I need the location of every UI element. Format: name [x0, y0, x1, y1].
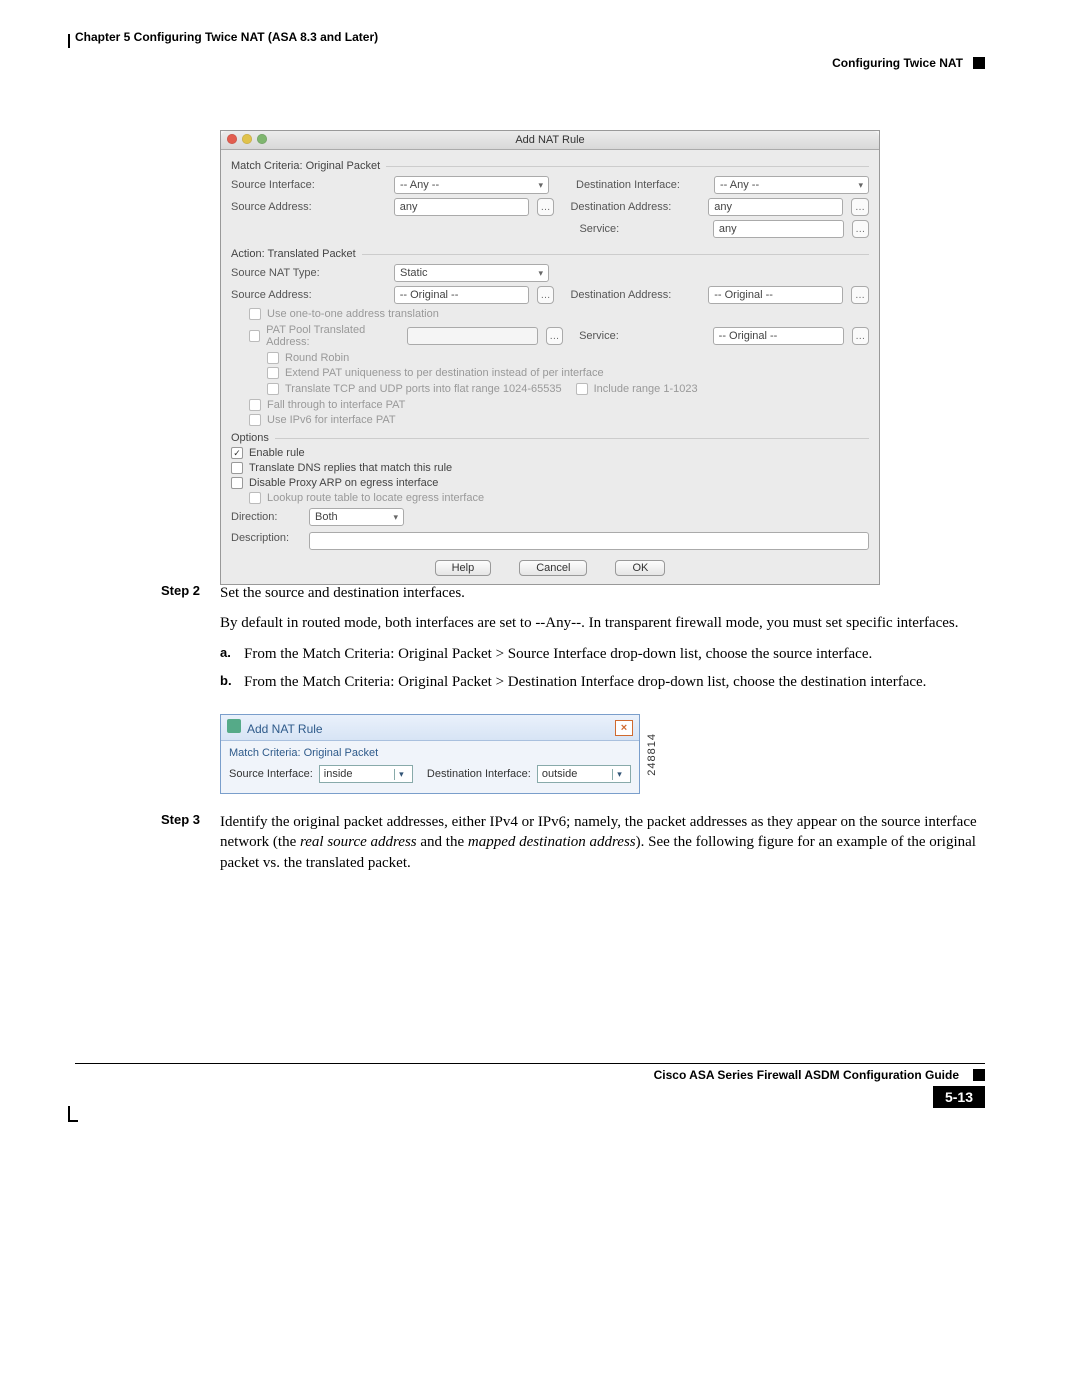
- translated-source-address-label: Source Address:: [231, 289, 386, 301]
- lookup-route-checkbox: Lookup route table to locate egress inte…: [249, 492, 869, 504]
- footer-marker-icon: [973, 1069, 985, 1081]
- destination-address-input[interactable]: any: [708, 198, 843, 216]
- step-2b-text: From the Match Criteria: Original Packet…: [244, 672, 926, 692]
- dialog2-section: Match Criteria: Original Packet: [229, 747, 631, 759]
- sub-a-label: a.: [220, 644, 244, 664]
- chevron-updown-icon: ▾: [393, 512, 398, 523]
- d2-source-interface-select[interactable]: inside▾: [319, 765, 413, 783]
- close-icon[interactable]: [227, 134, 237, 144]
- chapter-title: Chapter 5 Configuring Twice NAT (ASA 8.3…: [75, 30, 378, 44]
- enable-rule-checkbox[interactable]: ✓Enable rule: [231, 447, 869, 459]
- step-3-label: Step 3: [75, 812, 220, 827]
- translated-destination-address-label: Destination Address:: [570, 289, 700, 301]
- source-address-input[interactable]: any: [394, 198, 529, 216]
- action-header: Action: Translated Packet: [231, 248, 356, 260]
- service-label: Service:: [579, 223, 704, 235]
- close-icon[interactable]: ×: [615, 720, 633, 736]
- add-nat-rule-snippet: Add NAT Rule × Match Criteria: Original …: [220, 714, 640, 794]
- chevron-updown-icon: ▾: [538, 268, 543, 279]
- ok-button[interactable]: OK: [615, 560, 665, 576]
- d2-destination-interface-label: Destination Interface:: [427, 768, 531, 780]
- window-controls: [227, 134, 267, 144]
- dialog2-title: Add NAT Rule: [247, 722, 323, 736]
- section-marker-icon: [973, 57, 985, 69]
- translated-destination-address-picker[interactable]: …: [851, 286, 869, 304]
- translated-source-address-input[interactable]: -- Original --: [394, 286, 529, 304]
- nat-type-label: Source NAT Type:: [231, 267, 386, 279]
- chevron-updown-icon: ▾: [858, 180, 863, 191]
- service-picker[interactable]: …: [852, 220, 869, 238]
- pat-pool-picker: …: [546, 327, 563, 345]
- help-button[interactable]: Help: [435, 560, 492, 576]
- one-to-one-checkbox[interactable]: Use one-to-one address translation: [249, 308, 869, 320]
- d2-source-interface-label: Source Interface:: [229, 768, 313, 780]
- round-robin-checkbox: Round Robin: [267, 352, 869, 364]
- chevron-updown-icon: ▾: [538, 180, 543, 191]
- source-address-label: Source Address:: [231, 201, 386, 213]
- crop-mark-top: [68, 34, 70, 48]
- options-header: Options: [231, 432, 269, 444]
- translated-service-input[interactable]: -- Original --: [713, 327, 844, 345]
- sub-b-label: b.: [220, 672, 244, 692]
- destination-interface-label: Destination Interface:: [576, 179, 706, 191]
- chevron-down-icon: ▾: [394, 769, 408, 780]
- translated-destination-address-input[interactable]: -- Original --: [708, 286, 843, 304]
- zoom-icon[interactable]: [257, 134, 267, 144]
- destination-interface-select[interactable]: -- Any --▾: [714, 176, 869, 194]
- flat-range-checkbox: Translate TCP and UDP ports into flat ra…: [267, 383, 562, 395]
- d2-destination-interface-select[interactable]: outside▾: [537, 765, 631, 783]
- add-nat-rule-dialog: Add NAT Rule Match Criteria: Original Pa…: [220, 130, 880, 585]
- step-3-text: Identify the original packet addresses, …: [220, 812, 985, 873]
- service-input[interactable]: any: [713, 220, 844, 238]
- include-range-checkbox: Include range 1-1023: [576, 383, 698, 395]
- fallthrough-checkbox[interactable]: Fall through to interface PAT: [249, 399, 869, 411]
- pat-pool-input: [407, 327, 538, 345]
- translated-service-label: Service:: [579, 330, 705, 342]
- dialog-icon: [227, 719, 241, 733]
- step-2-label: Step 2: [75, 583, 220, 598]
- source-address-picker[interactable]: …: [537, 198, 555, 216]
- pat-pool-checkbox[interactable]: PAT Pool Translated Address:: [249, 324, 399, 348]
- crop-mark-bottom: [68, 1106, 70, 1120]
- disable-proxy-arp-checkbox[interactable]: Disable Proxy ARP on egress interface: [231, 477, 869, 489]
- step-2-sentence-1: Set the source and destination interface…: [220, 583, 985, 603]
- translated-service-picker[interactable]: …: [852, 327, 869, 345]
- description-input[interactable]: [309, 532, 869, 550]
- section-title: Configuring Twice NAT: [832, 56, 963, 70]
- footer-guide-title: Cisco ASA Series Firewall ASDM Configura…: [654, 1068, 959, 1082]
- extend-pat-checkbox: Extend PAT uniqueness to per destination…: [267, 367, 869, 379]
- source-interface-select[interactable]: -- Any --▾: [394, 176, 549, 194]
- step-2-sentence-2: By default in routed mode, both interfac…: [220, 613, 985, 633]
- nat-type-select[interactable]: Static▾: [394, 264, 549, 282]
- ipv6-pat-checkbox[interactable]: Use IPv6 for interface PAT: [249, 414, 869, 426]
- translate-dns-checkbox[interactable]: Translate DNS replies that match this ru…: [231, 462, 869, 474]
- destination-address-label: Destination Address:: [570, 201, 700, 213]
- dialog-titlebar: Add NAT Rule: [221, 131, 879, 150]
- page-number: 5-13: [933, 1086, 985, 1108]
- description-label: Description:: [231, 532, 301, 544]
- direction-label: Direction:: [231, 511, 301, 523]
- dialog-title: Add NAT Rule: [515, 134, 584, 146]
- cancel-button[interactable]: Cancel: [519, 560, 587, 576]
- direction-select[interactable]: Both▾: [309, 508, 404, 526]
- source-interface-label: Source Interface:: [231, 179, 386, 191]
- minimize-icon[interactable]: [242, 134, 252, 144]
- translated-source-address-picker[interactable]: …: [537, 286, 555, 304]
- destination-address-picker[interactable]: …: [851, 198, 869, 216]
- match-criteria-header: Match Criteria: Original Packet: [231, 160, 380, 172]
- chevron-down-icon: ▾: [612, 769, 626, 780]
- step-2a-text: From the Match Criteria: Original Packet…: [244, 644, 872, 664]
- figure-id: 248814: [646, 733, 658, 776]
